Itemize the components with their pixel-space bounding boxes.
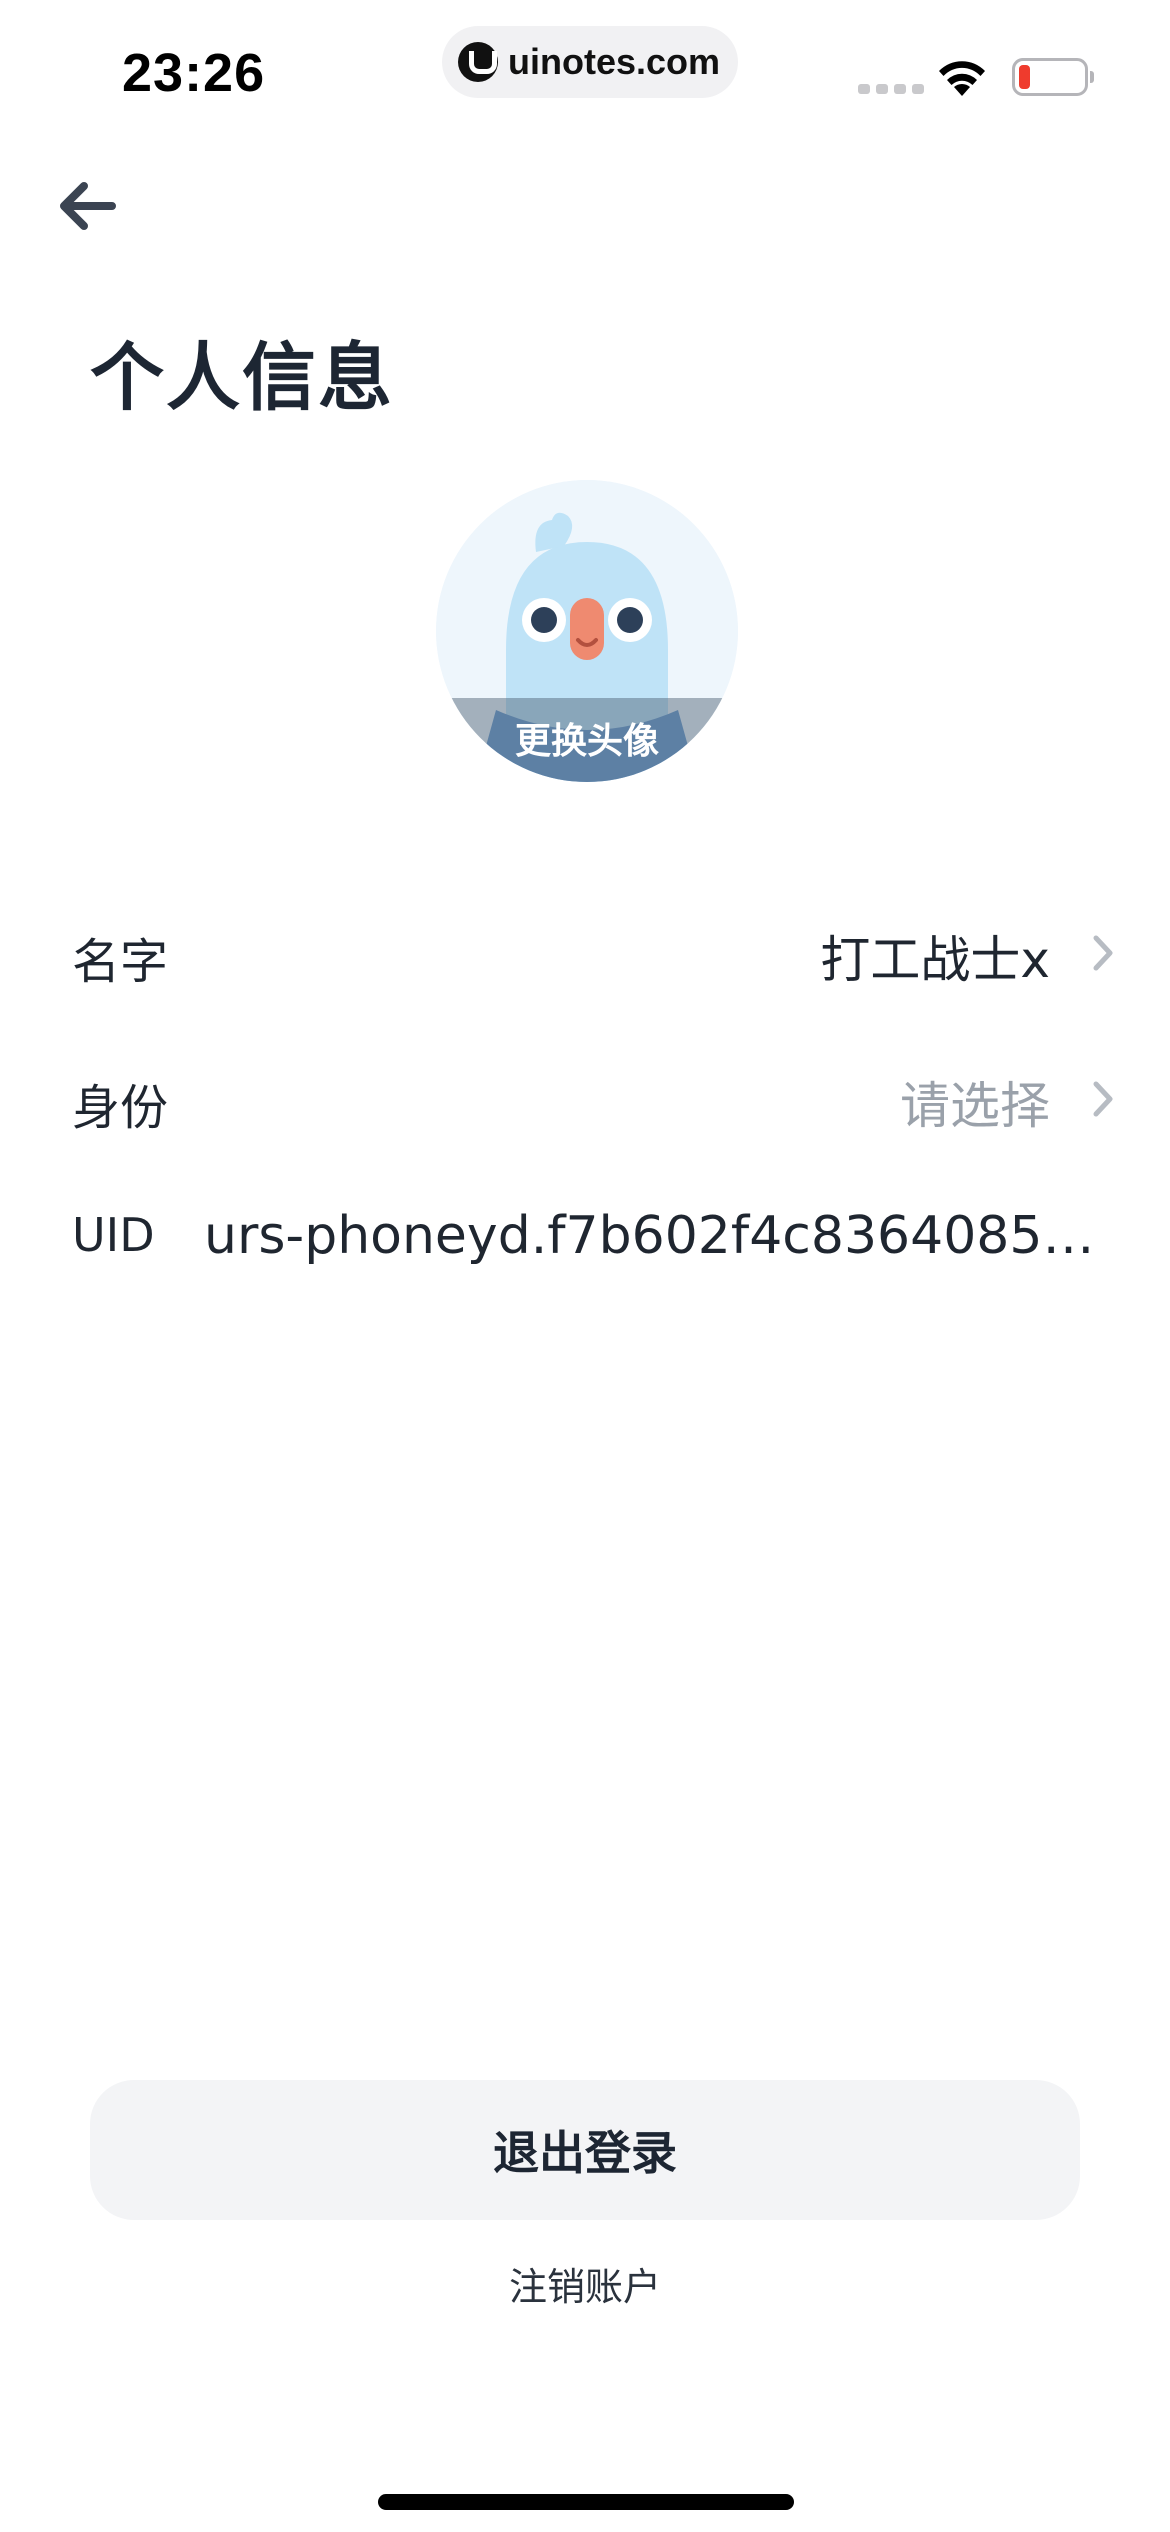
wifi-icon (939, 61, 985, 96)
arrow-left-icon (60, 182, 116, 230)
back-button[interactable] (52, 168, 128, 244)
change-avatar-label: 更换头像 (514, 721, 659, 762)
identity-select-placeholder: 请选择 (900, 1077, 1050, 1135)
page-title: 个人信息 (90, 335, 394, 421)
name-row[interactable]: 名字 打工战士x (0, 888, 1170, 1018)
site-logo-icon (458, 42, 498, 82)
battery-low-icon (1012, 58, 1094, 96)
logout-button[interactable]: 退出登录 (90, 2080, 1080, 2220)
status-bar: 23:26 uinotes.com (0, 0, 1170, 140)
cancel-account-link[interactable]: 注销账户 (0, 2256, 1170, 2311)
name-value: 打工战士x (820, 931, 1050, 989)
identity-row[interactable]: 身份 请选择 (0, 1034, 1170, 1164)
url-text: uinotes.com (508, 41, 721, 82)
chevron-right-icon (1093, 1081, 1113, 1117)
avatar-change-button[interactable]: 更换头像 (436, 480, 738, 782)
identity-label: 身份 (72, 1080, 169, 1136)
uid-value: urs-phoneyd.f7b602f4c83640859… (204, 1206, 1108, 1266)
uid-label: UID (72, 1208, 155, 1262)
url-pill[interactable]: uinotes.com (442, 26, 738, 98)
chevron-right-icon (1093, 935, 1113, 971)
name-label: 名字 (72, 934, 169, 990)
home-indicator[interactable] (378, 2494, 794, 2510)
status-time: 23:26 (122, 43, 266, 103)
signal-dots-icon (858, 84, 924, 94)
